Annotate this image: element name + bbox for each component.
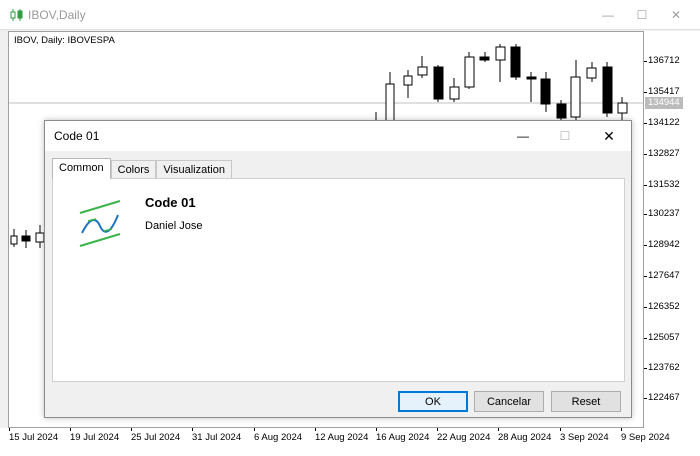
dialog-tabs: Common Colors Visualization	[52, 158, 232, 179]
common-tab-panel: Code 01 Daniel Jose	[52, 178, 625, 382]
candle	[617, 97, 628, 120]
date-tick: 22 Aug 2024	[437, 428, 491, 443]
date-tick: 31 Jul 2024	[192, 428, 242, 443]
candle	[385, 72, 395, 125]
window-maximize-button[interactable]: ☐	[632, 6, 652, 24]
candle	[570, 60, 581, 124]
price-tick: 135417	[644, 86, 680, 97]
indicator-author: Daniel Jose	[145, 220, 203, 232]
price-tick: 136712	[644, 55, 680, 66]
candle	[21, 230, 31, 248]
candlestick-app-icon	[10, 9, 23, 21]
price-axis[interactable]: 136712 135417 134944 134122 132827 13153…	[644, 31, 700, 428]
date-tick: 12 Aug 2024	[315, 428, 369, 443]
date-axis[interactable]: 15 Jul 2024 19 Jul 2024 25 Jul 2024 31 J…	[0, 428, 700, 456]
price-tick: 131532	[644, 179, 680, 190]
date-tick: 28 Aug 2024	[498, 428, 552, 443]
candle	[586, 62, 597, 82]
chart-symbol-label: IBOV, Daily: IBOVESPA	[14, 35, 115, 46]
date-tick: 3 Sep 2024	[560, 428, 609, 443]
window-minimize-button[interactable]: —	[598, 6, 618, 24]
candle	[417, 56, 428, 78]
price-tick: 126352	[644, 301, 680, 312]
price-tick: 130237	[644, 208, 680, 219]
candle	[602, 62, 613, 117]
price-tick: 132827	[644, 148, 680, 159]
candle	[464, 52, 475, 89]
window-title: IBOV,Daily	[28, 8, 86, 22]
date-tick: 6 Aug 2024	[254, 428, 303, 443]
candle	[526, 72, 537, 102]
dialog-minimize-button[interactable]: —	[512, 127, 534, 145]
tab-common[interactable]: Common	[52, 158, 111, 179]
ok-button[interactable]: OK	[398, 391, 468, 412]
cancel-button[interactable]: Cancelar	[474, 391, 544, 412]
reset-button[interactable]: Reset	[551, 391, 621, 412]
candle	[479, 52, 490, 62]
candle	[540, 72, 551, 112]
indicator-name: Code 01	[145, 195, 196, 210]
dialog-close-button[interactable]: ✕	[598, 127, 620, 145]
candle	[495, 44, 506, 82]
date-tick: 9 Sep 2024	[621, 428, 670, 443]
price-tick: 134122	[644, 117, 680, 128]
date-tick: 16 Aug 2024	[376, 428, 430, 443]
indicator-properties-dialog: Code 01 — ☐ ✕ Common Colors Visualizatio…	[44, 120, 632, 418]
candle	[403, 70, 413, 98]
tab-visualization[interactable]: Visualization	[156, 160, 232, 179]
dialog-maximize-button[interactable]: ☐	[554, 127, 576, 145]
candle	[449, 78, 460, 102]
window-title-bar: IBOV,Daily — ☐ ✕	[0, 0, 700, 30]
current-price-tag: 134944	[645, 97, 683, 109]
candle	[10, 229, 18, 247]
candle	[433, 65, 444, 102]
price-tick: 127647	[644, 270, 680, 281]
dialog-title-bar[interactable]: Code 01 — ☐ ✕	[45, 121, 631, 151]
price-tick: 125057	[644, 332, 680, 343]
date-tick: 15 Jul 2024	[9, 428, 59, 443]
window-close-button[interactable]: ✕	[666, 6, 686, 24]
dialog-title: Code 01	[54, 129, 100, 143]
price-tick: 128942	[644, 239, 680, 250]
price-tick: 122467	[644, 392, 680, 403]
tab-colors[interactable]: Colors	[110, 160, 157, 179]
date-tick: 25 Jul 2024	[131, 428, 181, 443]
indicator-wave-icon	[79, 200, 121, 247]
candle	[35, 225, 45, 248]
price-tick: 123762	[644, 362, 680, 373]
candle	[510, 44, 521, 80]
date-tick: 19 Jul 2024	[70, 428, 120, 443]
